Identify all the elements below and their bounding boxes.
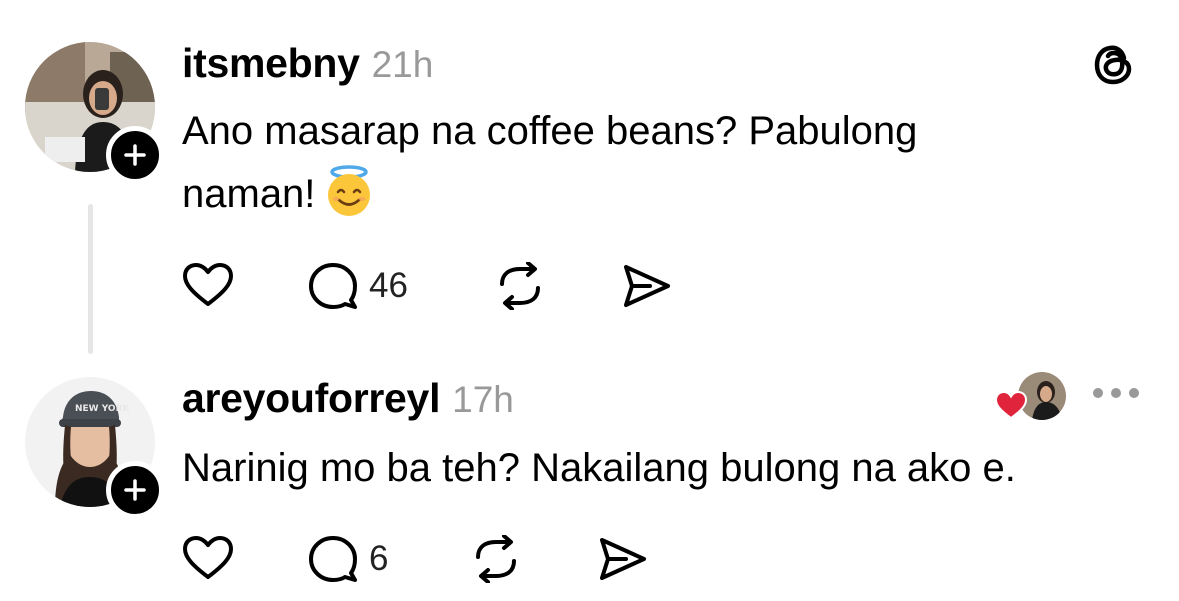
repost-icon <box>476 535 516 583</box>
post-header: areyouforreyl 17h <box>182 375 514 422</box>
timestamp: 17h <box>452 379 514 420</box>
post-text: Ano masarap na coffee beans? Pabulong na… <box>182 100 917 226</box>
share-button[interactable] <box>596 535 648 583</box>
smiling-face-with-halo-icon <box>328 165 371 216</box>
repost-button[interactable] <box>470 535 522 583</box>
comment-bubble-icon <box>309 536 357 582</box>
repost-icon <box>500 262 540 310</box>
dot <box>1111 388 1121 398</box>
heart-icon <box>183 263 233 306</box>
post-header: itsmebny 21h <box>182 40 433 87</box>
username[interactable]: itsmebny <box>182 40 360 87</box>
more-options-button[interactable] <box>1093 388 1139 398</box>
dot <box>1129 388 1139 398</box>
cap-text: NEW YORK <box>75 404 131 414</box>
send-icon <box>624 265 670 307</box>
plus-icon <box>124 479 146 501</box>
plus-icon <box>124 144 146 166</box>
reply-button[interactable]: 46 <box>307 262 408 310</box>
timestamp: 21h <box>371 44 434 85</box>
post-text: Narinig mo ba teh? Nakailang bulong na a… <box>182 446 1016 490</box>
thread-connector-line <box>88 204 93 354</box>
reply-count: 46 <box>369 266 408 305</box>
comment-bubble-icon <box>309 263 357 309</box>
repost-button[interactable] <box>494 262 546 310</box>
heart-icon <box>183 536 233 579</box>
threads-logo-icon[interactable] <box>1092 42 1136 93</box>
share-button[interactable] <box>620 262 672 310</box>
reply-button[interactable]: 6 <box>307 535 388 583</box>
like-button[interactable] <box>182 262 234 308</box>
author-liked-heart-icon <box>994 390 1028 425</box>
username[interactable]: areyouforreyl <box>182 375 440 422</box>
dot <box>1093 388 1103 398</box>
send-icon <box>600 538 646 580</box>
post-text-line-2: naman! <box>182 163 917 226</box>
follow-button[interactable] <box>106 126 164 184</box>
follow-button[interactable] <box>106 461 164 519</box>
like-button[interactable] <box>182 535 234 581</box>
post-text-line: Ano masarap na coffee beans? Pabulong <box>182 109 918 153</box>
reply-count: 6 <box>369 539 389 578</box>
